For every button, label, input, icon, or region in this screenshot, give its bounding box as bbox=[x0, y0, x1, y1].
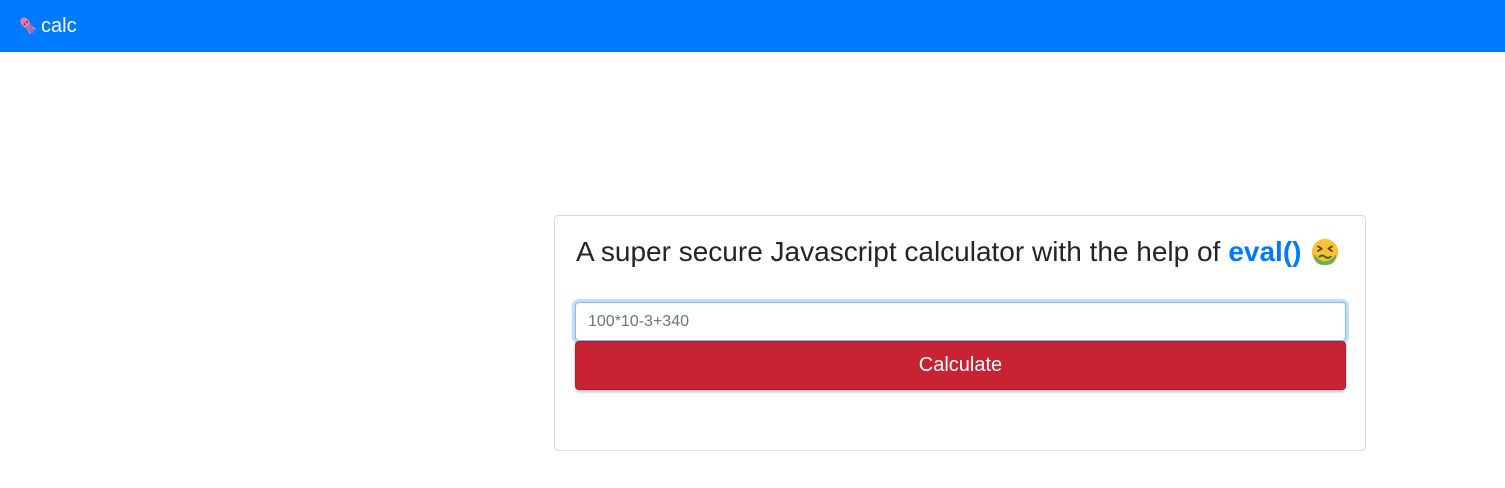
navbar: calc bbox=[0, 0, 1505, 52]
brand-label: calc bbox=[41, 14, 77, 37]
eval-highlight: eval() bbox=[1228, 236, 1302, 267]
calculator-card: A super secure Javascript calculator wit… bbox=[554, 215, 1366, 451]
expression-input[interactable] bbox=[575, 302, 1346, 341]
card-title-text: A super secure Javascript calculator wit… bbox=[576, 236, 1221, 267]
card-title: A super secure Javascript calculator wit… bbox=[576, 236, 1340, 268]
nauseated-face-icon bbox=[1312, 238, 1339, 266]
brand-link[interactable]: calc bbox=[17, 15, 77, 38]
squid-icon bbox=[20, 17, 36, 34]
calculate-button[interactable]: Calculate bbox=[575, 341, 1346, 390]
